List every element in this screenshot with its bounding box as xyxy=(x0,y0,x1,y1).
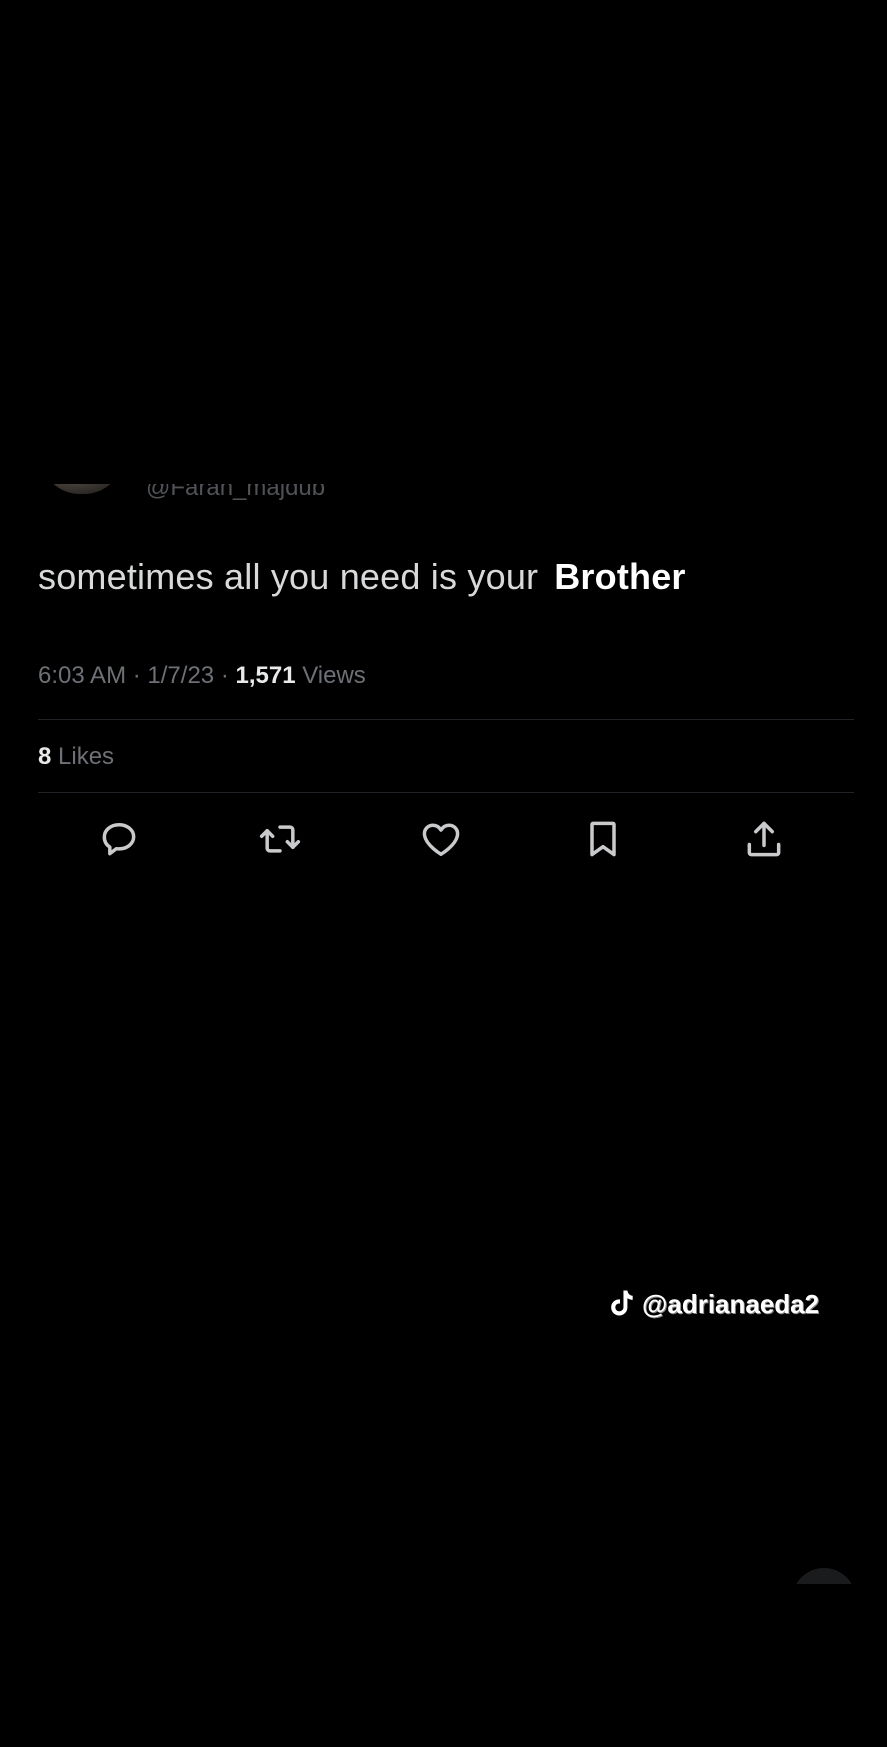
likes-count: 8 xyxy=(38,743,52,770)
tweet-header: @Farah_majdub xyxy=(40,484,340,514)
meta-separator: · xyxy=(220,662,229,689)
tiktok-icon xyxy=(606,1288,636,1320)
views-label: Views xyxy=(302,662,366,689)
views-count: 1,571 xyxy=(235,662,296,689)
divider xyxy=(38,792,854,793)
tweet-text-regular: sometimes all you need is your xyxy=(38,556,539,597)
share-button[interactable] xyxy=(741,818,787,864)
reply-icon xyxy=(97,817,141,866)
like-button[interactable] xyxy=(418,818,464,864)
divider xyxy=(38,719,854,720)
tweet-meta: 6:03 AM · 1/7/23 · 1,571 Views xyxy=(38,662,366,690)
tweet-text: sometimes all you need is your Brother xyxy=(38,556,686,598)
avatar[interactable] xyxy=(40,484,124,494)
bookmark-icon xyxy=(581,817,625,866)
tiktok-watermark: @adrianaeda2 xyxy=(606,1288,819,1320)
reply-button[interactable] xyxy=(96,818,142,864)
user-handle[interactable]: @Farah_majdub xyxy=(146,484,325,502)
likes-label: Likes xyxy=(58,743,115,770)
tweet-time[interactable]: 6:03 AM xyxy=(38,662,126,689)
likes-row[interactable]: 8 Likes xyxy=(38,743,114,771)
bookmark-button[interactable] xyxy=(580,818,626,864)
retweet-button[interactable] xyxy=(257,818,303,864)
watermark-username: @adrianaeda2 xyxy=(642,1288,820,1319)
heart-icon xyxy=(419,817,463,866)
action-bar xyxy=(0,818,887,864)
meta-separator: · xyxy=(132,662,141,689)
tweet-text-bold: Brother xyxy=(554,556,686,597)
share-icon xyxy=(742,817,786,866)
corner-mask xyxy=(780,1584,880,1664)
retweet-icon xyxy=(258,817,302,866)
tweet-date[interactable]: 1/7/23 xyxy=(147,662,214,689)
